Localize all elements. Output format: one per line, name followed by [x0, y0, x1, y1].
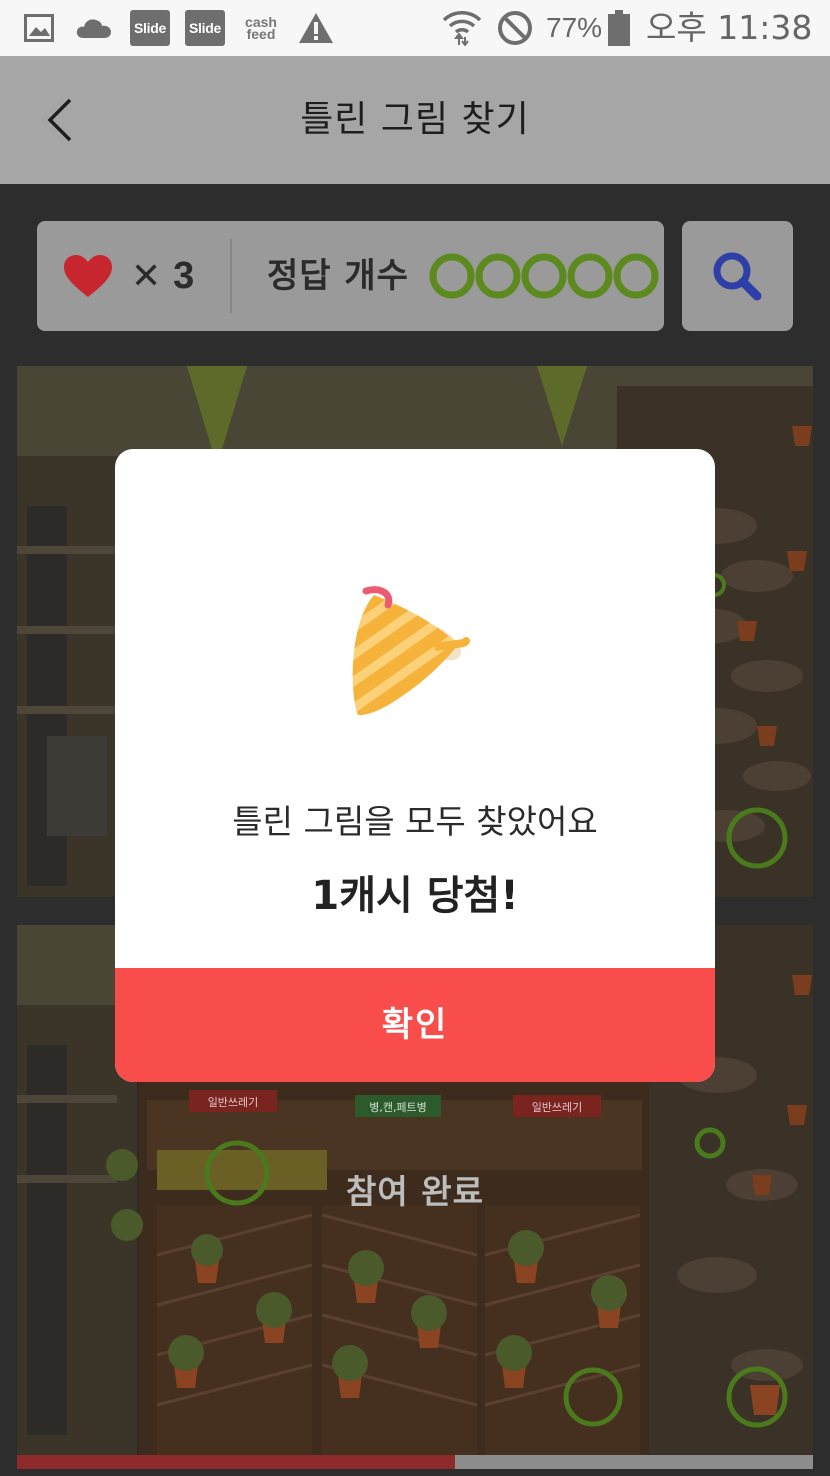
slide-icon: Slide	[130, 10, 170, 46]
answer-indicator-circle	[613, 253, 659, 299]
magnifier-icon	[713, 252, 761, 301]
answer-indicator-circle	[429, 253, 475, 299]
answer-indicator-circle	[475, 253, 521, 299]
battery-icon	[606, 10, 632, 46]
warning-icon	[296, 10, 336, 46]
answer-indicators	[429, 253, 659, 299]
cloud-icon	[74, 10, 114, 46]
success-dialog: 틀린 그림을 모두 찾았어요 1캐시 당첨! 확인	[115, 449, 715, 1082]
sign-general-waste: 일반쓰레기	[208, 1095, 259, 1109]
cashfeed-icon: cash feed	[238, 10, 284, 46]
confirm-button[interactable]: 확인	[115, 968, 715, 1082]
hint-search-button[interactable]	[682, 221, 793, 331]
answer-indicator-circle	[521, 253, 567, 299]
party-popper-icon	[352, 586, 470, 716]
score-panel: ✕ 3 정답 개수	[37, 221, 664, 331]
sign-general-waste: 일반쓰레기	[532, 1100, 583, 1114]
cashfeed-label-line2: feed	[246, 26, 276, 42]
wifi-icon	[440, 10, 484, 46]
multiply-symbol: ✕	[131, 255, 162, 297]
gallery-icon	[22, 10, 56, 46]
app-bar: 틀린 그림 찾기	[0, 56, 830, 184]
divider	[230, 239, 232, 313]
progress-fill	[17, 1455, 455, 1469]
heart-icon	[64, 255, 112, 297]
slide-icon: Slide	[185, 10, 225, 46]
answer-indicator-circle	[567, 253, 613, 299]
sign-recycle: 병,캔,페트병	[369, 1101, 427, 1114]
status-bar: Slide Slide cash feed 77% 오후 11:38	[0, 0, 830, 56]
dialog-message: 틀린 그림을 모두 찾았어요	[232, 802, 598, 841]
progress-bar	[17, 1455, 813, 1469]
prize-text: 1캐시 당첨!	[311, 873, 519, 919]
clock: 오후 11:38	[646, 8, 813, 47]
participation-complete-label: 참여 완료	[346, 1172, 484, 1211]
lives-count: 3	[173, 254, 195, 297]
page-title: 틀린 그림 찾기	[300, 99, 530, 140]
do-not-disturb-icon	[496, 10, 534, 46]
lives-counter: ✕ 3	[63, 221, 194, 331]
battery-percent: 77%	[546, 12, 603, 43]
answer-count-label: 정답 개수	[267, 256, 409, 296]
